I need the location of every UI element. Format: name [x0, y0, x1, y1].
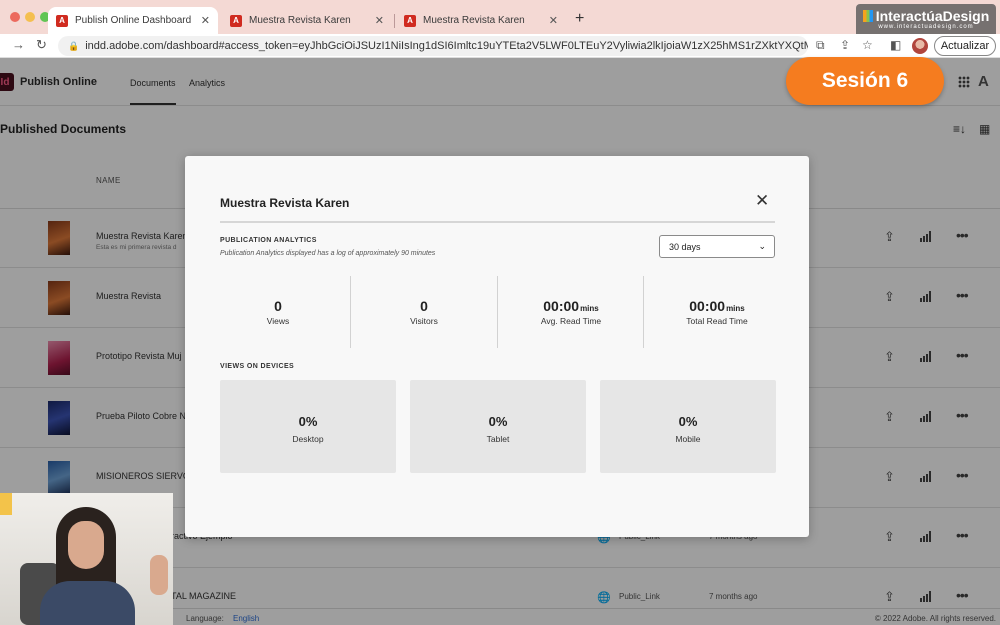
device-percentage: 0%	[298, 414, 318, 429]
back-arrow-icon[interactable]: →	[12, 37, 25, 52]
close-icon[interactable]: ✕	[201, 14, 210, 27]
session-badge: Sesión 6	[786, 57, 944, 105]
device-percentage: 0%	[488, 414, 508, 429]
device-label: Mobile	[675, 434, 701, 444]
stat-value: 00:00mins	[543, 298, 599, 314]
device-card-desktop: 0% Desktop	[220, 380, 396, 473]
browser-tab-bar: A Publish Online Dashboard ✕ A Muestra R…	[0, 0, 1000, 38]
update-button[interactable]: Actualizar	[934, 36, 996, 56]
lock-icon: 🔒	[68, 40, 80, 51]
stat-unit: mins	[580, 304, 599, 313]
adobe-icon: A	[230, 14, 242, 27]
webcam-body	[40, 581, 135, 625]
address-bar[interactable]: 🔒 indd.adobe.com/dashboard#access_token=…	[58, 36, 808, 56]
device-card-mobile: 0% Mobile	[600, 380, 776, 473]
close-icon[interactable]: ✕	[549, 14, 558, 27]
analytics-section-title: PUBLICATION ANALYTICS	[220, 237, 317, 244]
brand-name: InteractúaDesign	[875, 8, 990, 24]
device-label: Tablet	[486, 434, 510, 444]
stat-label: Avg. Read Time	[540, 316, 602, 326]
tab-label: Muestra Revista Karen	[423, 15, 525, 26]
stat-visitors: 0 Visitors	[351, 276, 497, 348]
share-icon[interactable]: ⇪	[840, 38, 850, 52]
webcam-tag	[0, 493, 12, 515]
stat-value: 00:00mins	[689, 298, 745, 314]
analytics-note: Publication Analytics displayed has a lo…	[220, 250, 436, 257]
stat-avg-read-time: 00:00mins Avg. Read Time	[498, 276, 644, 348]
modal-title: Muestra Revista Karen	[220, 196, 350, 210]
stat-unit: mins	[726, 304, 745, 313]
tab-label: Muestra Revista Karen	[249, 15, 351, 26]
tab-separator	[394, 14, 395, 28]
chevron-down-icon: ⌄	[758, 241, 766, 251]
adobe-icon: A	[404, 14, 416, 27]
stat-total-read-time: 00:00mins Total Read Time	[644, 276, 790, 348]
brand-url: www.interactuadesign.com	[878, 24, 974, 30]
brand-logo-icon	[862, 10, 873, 22]
webcam-overlay	[0, 493, 173, 625]
browser-tab-revista-2[interactable]: A Muestra Revista Karen ✕	[396, 7, 566, 34]
close-icon[interactable]: ✕	[755, 192, 769, 209]
analytics-modal: Muestra Revista Karen ✕ PUBLICATION ANAL…	[185, 156, 809, 537]
device-percentage: 0%	[678, 414, 698, 429]
webcam-face	[68, 521, 104, 569]
stat-label: Total Read Time	[686, 316, 748, 326]
translate-icon[interactable]: ⧉	[816, 38, 825, 53]
sidebar-icon[interactable]: ◧	[890, 38, 901, 52]
webcam-hand	[150, 555, 168, 595]
device-card-tablet: 0% Tablet	[410, 380, 586, 473]
devices-section-title: VIEWS ON DEVICES	[220, 363, 295, 370]
date-range-value: 30 days	[669, 241, 701, 252]
brand-watermark: InteractúaDesign www.interactuadesign.co…	[856, 4, 996, 38]
browser-tab-revista-1[interactable]: A Muestra Revista Karen ✕	[222, 7, 392, 34]
profile-avatar[interactable]	[912, 38, 928, 54]
window-close-dot[interactable]	[10, 12, 20, 22]
stat-label: Views	[266, 316, 290, 326]
url-text: indd.adobe.com/dashboard#access_token=ey…	[85, 40, 808, 52]
stat-value: 0	[274, 298, 282, 314]
adobe-icon: A	[56, 14, 68, 27]
stat-value: 0	[420, 298, 428, 314]
bookmark-star-icon[interactable]: ☆	[862, 38, 873, 52]
date-range-select[interactable]: 30 days ⌄	[659, 235, 775, 258]
stat-views: 0 Views	[205, 276, 351, 348]
browser-tab-dashboard[interactable]: A Publish Online Dashboard ✕	[48, 7, 218, 34]
reload-icon[interactable]: ↻	[36, 37, 47, 53]
modal-divider	[220, 221, 775, 223]
close-icon[interactable]: ✕	[375, 14, 384, 27]
stat-label: Visitors	[410, 316, 438, 326]
new-tab-icon[interactable]: +	[575, 10, 584, 28]
window-minimize-dot[interactable]	[25, 12, 35, 22]
device-label: Desktop	[292, 434, 324, 444]
browser-toolbar: → ↻ 🔒 indd.adobe.com/dashboard#access_to…	[0, 34, 1000, 58]
tab-label: Publish Online Dashboard	[75, 15, 192, 26]
